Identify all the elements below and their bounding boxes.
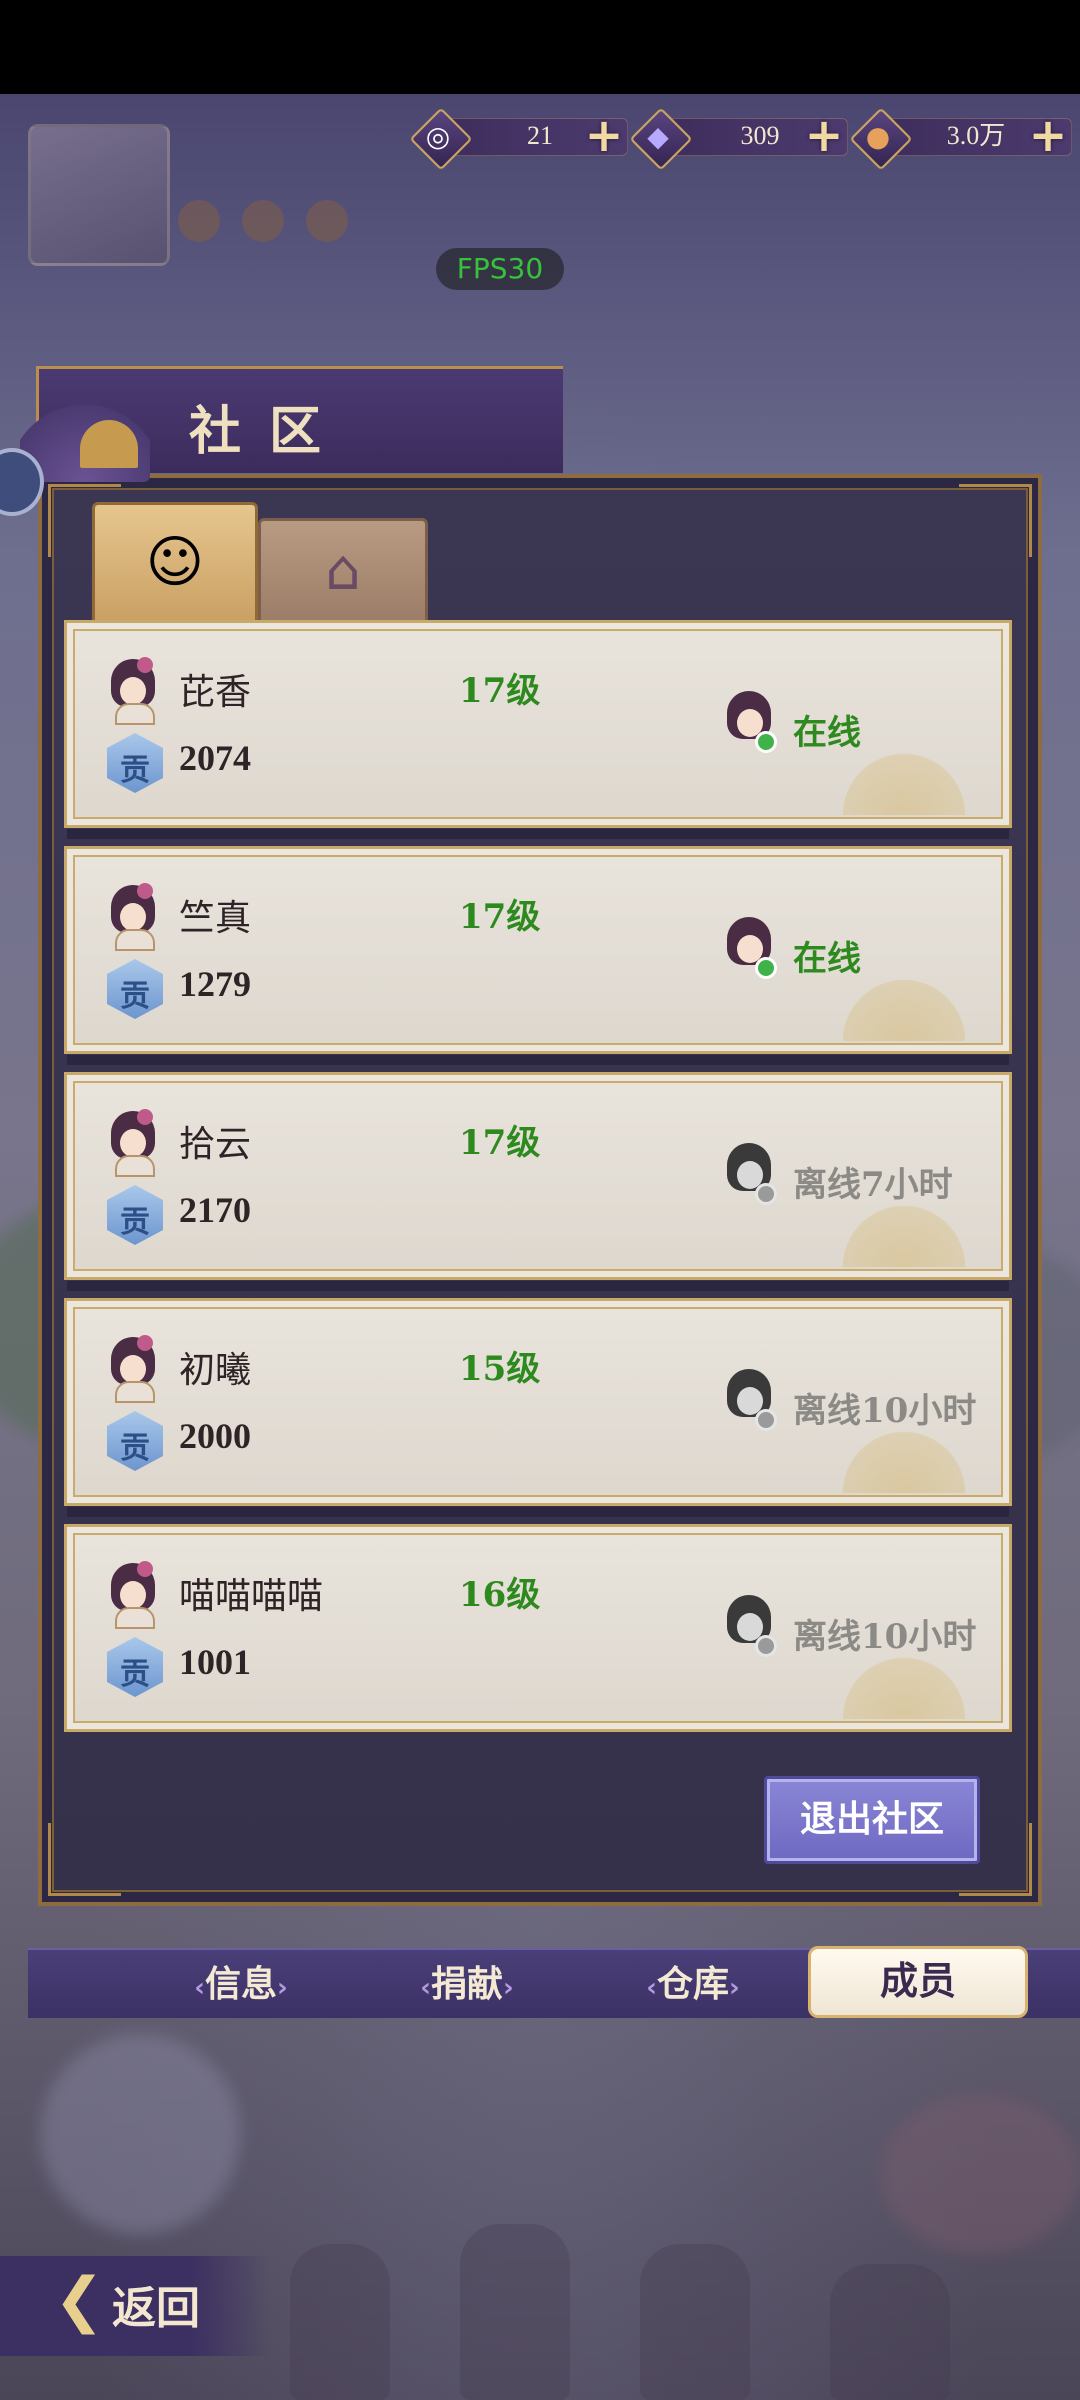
member-avatar xyxy=(107,883,159,951)
member-level: 15级 xyxy=(459,1349,541,1389)
member-name: 喵喵喵喵 xyxy=(179,1576,324,1617)
member-name: 拾云 xyxy=(179,1124,252,1165)
member-status: 在线 xyxy=(793,713,861,753)
member-tab-icon: ☺ xyxy=(145,530,205,595)
currency-coin: ● 3.0万 + xyxy=(849,107,1072,171)
offline-dot-icon xyxy=(755,1635,777,1657)
member-status: 离线10小时 xyxy=(793,1391,977,1431)
tab-warehouse[interactable]: ‹仓库› xyxy=(618,1950,768,2018)
member-avatar xyxy=(107,657,159,725)
member-row[interactable]: 芘香 17级 贡 2074 在线 xyxy=(64,620,1012,839)
member-status: 在线 xyxy=(793,939,861,979)
status-avatar-icon xyxy=(725,1595,777,1657)
tab-info[interactable]: ‹信息› xyxy=(166,1950,316,2018)
add-coin-button[interactable]: + xyxy=(1028,112,1068,158)
offline-dot-icon xyxy=(755,1409,777,1431)
member-level: 17级 xyxy=(459,1123,541,1163)
ginkgo-decoration xyxy=(819,1649,989,1719)
panel-title: 社区 xyxy=(189,401,350,462)
tab-members[interactable]: ☺ xyxy=(92,502,258,621)
member-row[interactable]: 竺真 17级 贡 1279 在线 xyxy=(64,846,1012,1065)
offline-dot-icon xyxy=(755,1183,777,1205)
member-level: 17级 xyxy=(459,897,541,937)
tab-donate[interactable]: ‹捐献› xyxy=(392,1950,542,2018)
tab-members-bottom[interactable]: 成员 xyxy=(808,1946,1028,2018)
currency-bun-value: 21 xyxy=(527,121,553,150)
contribution-icon: 贡 xyxy=(107,1411,163,1471)
member-avatar xyxy=(107,1561,159,1629)
add-bun-button[interactable]: + xyxy=(584,112,624,158)
ginkgo-decoration xyxy=(819,1423,989,1493)
contribution-icon: 贡 xyxy=(107,1185,163,1245)
bg-status-dot xyxy=(178,200,220,242)
currency-crystal-value: 309 xyxy=(740,121,780,150)
member-contribution: 2000 xyxy=(179,1416,251,1456)
member-avatar xyxy=(107,1109,159,1177)
member-name: 竺真 xyxy=(179,898,252,939)
currency-bar: ◎ 21 + ◆ 309 + ● 3.0万 + xyxy=(409,107,1072,171)
member-row[interactable]: 拾云 17级 贡 2170 离线7小时 xyxy=(64,1072,1012,1291)
status-avatar-icon xyxy=(725,917,777,979)
ginkgo-decoration xyxy=(819,1197,989,1267)
fps-counter: FPS30 xyxy=(436,248,564,290)
currency-coin-value: 3.0万 xyxy=(946,121,1006,150)
member-status: 离线10小时 xyxy=(793,1617,977,1657)
contribution-icon: 贡 xyxy=(107,1637,163,1697)
add-crystal-button[interactable]: + xyxy=(804,112,844,158)
member-contribution: 1279 xyxy=(179,964,251,1004)
online-dot-icon xyxy=(755,731,777,753)
back-arrow-icon: ❮ xyxy=(54,2265,105,2335)
member-status: 离线7小时 xyxy=(793,1165,953,1205)
member-name: 芘香 xyxy=(179,672,252,713)
member-level: 17级 xyxy=(459,671,541,711)
quit-community-button[interactable]: 退出社区 xyxy=(764,1776,980,1864)
contribution-icon: 贡 xyxy=(107,733,163,793)
status-avatar-icon xyxy=(725,1143,777,1205)
member-avatar xyxy=(107,1335,159,1403)
bg-status-dot xyxy=(306,200,348,242)
member-row[interactable]: 喵喵喵喵 16级 贡 1001 离线10小时 xyxy=(64,1524,1012,1732)
member-row[interactable]: 初曦 15级 贡 2000 离线10小时 xyxy=(64,1298,1012,1517)
member-contribution: 1001 xyxy=(179,1642,251,1682)
currency-bun: ◎ 21 + xyxy=(409,107,630,171)
member-name: 初曦 xyxy=(179,1350,252,1391)
back-button[interactable]: ❮ 返回 xyxy=(0,2256,270,2356)
contribution-icon: 贡 xyxy=(107,959,163,1019)
bun-icon: ◎ xyxy=(425,119,451,153)
building-tab-icon: ⌂ xyxy=(325,538,361,603)
ginkgo-decoration xyxy=(819,745,989,815)
tab-building[interactable]: ⌂ xyxy=(258,518,428,621)
player-avatar-faded xyxy=(28,124,170,266)
back-label: 返回 xyxy=(112,2283,200,2334)
coin-icon: ● xyxy=(865,119,891,153)
status-avatar-icon xyxy=(725,691,777,753)
bg-status-dot xyxy=(242,200,284,242)
online-dot-icon xyxy=(755,957,777,979)
ginkgo-decoration xyxy=(819,971,989,1041)
member-level: 16级 xyxy=(459,1575,541,1615)
member-contribution: 2074 xyxy=(179,738,251,778)
member-contribution: 2170 xyxy=(179,1190,251,1230)
status-avatar-icon xyxy=(725,1369,777,1431)
crystal-icon: ◆ xyxy=(647,119,669,153)
currency-crystal: ◆ 309 + xyxy=(629,107,850,171)
